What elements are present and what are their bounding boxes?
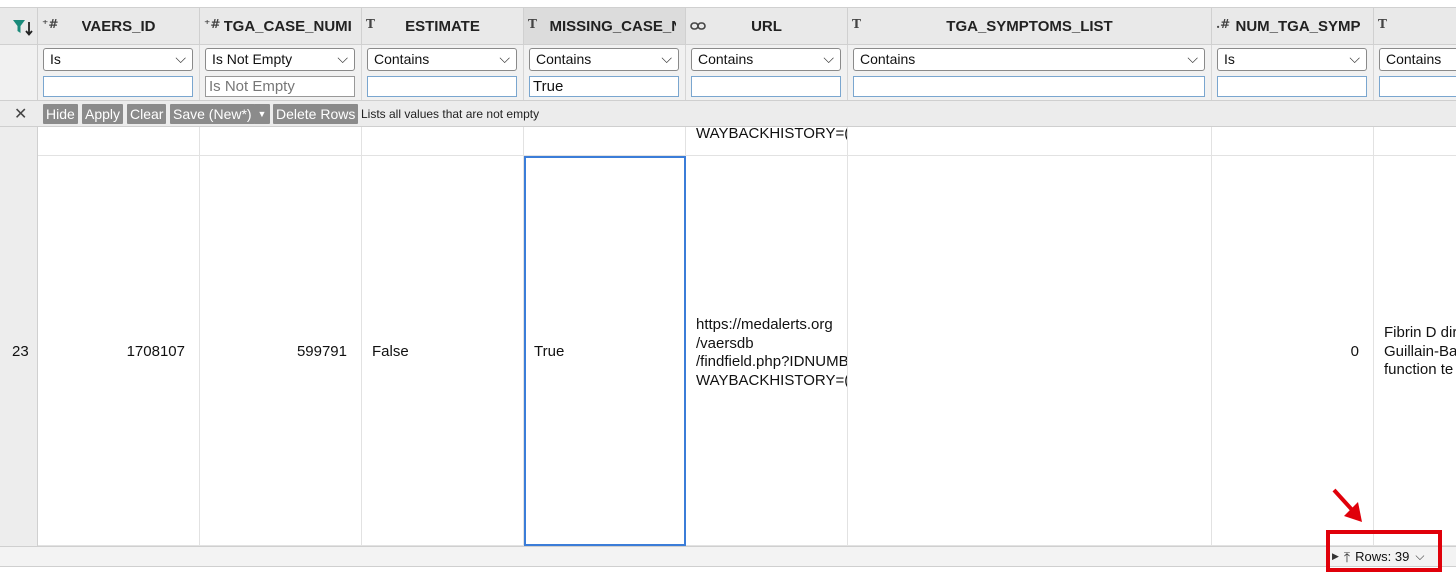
save-button[interactable]: Save (New*) xyxy=(170,104,255,124)
filter-value-cell xyxy=(1212,73,1374,100)
filter-operator-cell: Contains ⌵ xyxy=(524,45,686,73)
filter-value-input-num-tga-symp[interactable] xyxy=(1217,76,1367,97)
row-gutter: 23 xyxy=(0,156,38,546)
text-type-icon: T xyxy=(1378,17,1387,31)
filter-value-cell xyxy=(686,73,848,100)
row-index: 23 xyxy=(12,343,29,360)
table-cell-tga-symptoms-list[interactable] xyxy=(848,156,1212,546)
column-header-estimate[interactable]: T ESTIMATE xyxy=(362,7,524,45)
text-type-icon: T xyxy=(528,17,537,31)
link-icon xyxy=(690,20,706,34)
annotation-arrow-icon xyxy=(1332,488,1362,522)
filter-value-input-vaers-id[interactable] xyxy=(43,76,193,97)
filter-value-cell: True xyxy=(524,73,686,100)
chevron-down-icon: ⌵ xyxy=(1187,50,1198,66)
numeric-type-icon: .# xyxy=(1216,17,1231,31)
filter-operator-select-num-tga-symp[interactable]: Is ⌵ xyxy=(1217,48,1367,71)
filter-gutter xyxy=(0,45,38,100)
hide-button[interactable]: Hide xyxy=(43,104,78,124)
filter-operator-select-estimate[interactable]: Contains ⌵ xyxy=(367,48,517,71)
column-header-num-tga-symp[interactable]: .# NUM_TGA_SYMP xyxy=(1212,7,1374,45)
table-cell-url[interactable]: https://medalerts.org /vaersdb /findfiel… xyxy=(686,156,848,546)
chevron-down-icon: ⌵ xyxy=(337,50,348,66)
filter-operator-cell: Contains ⌵ xyxy=(848,45,1212,73)
chevron-down-icon: ⌵ xyxy=(499,50,510,66)
filter-operator-cell: Contains xyxy=(1374,45,1456,73)
filter-value-cell: Is Not Empty xyxy=(200,73,362,100)
column-header-tga-symptoms-list[interactable]: T TGA_SYMPTOMS_LIST xyxy=(848,7,1212,45)
filter-value-input-tga-case-number[interactable]: Is Not Empty xyxy=(205,76,355,97)
row-gutter xyxy=(0,127,38,156)
filter-operator-cell: Contains ⌵ xyxy=(686,45,848,73)
filter-value-cell xyxy=(848,73,1212,100)
table-cell[interactable] xyxy=(848,127,1212,156)
filter-operator-cell: Is ⌵ xyxy=(38,45,200,73)
filter-value-cell xyxy=(38,73,200,100)
filter-value-input-partial[interactable] xyxy=(1379,76,1456,97)
filter-operator-select-vaers-id[interactable]: Is ⌵ xyxy=(43,48,193,71)
table-cell[interactable] xyxy=(1374,127,1456,156)
filter-value-cell xyxy=(1374,73,1456,100)
filter-value-input-missing-case[interactable]: True xyxy=(529,76,679,97)
filter-operator-select-partial[interactable]: Contains xyxy=(1379,48,1456,71)
chevron-down-icon: ⌵ xyxy=(175,50,186,66)
grid-footer xyxy=(0,546,1456,566)
filter-value-input-url[interactable] xyxy=(691,76,841,97)
filter-operator-select-tga-case-number[interactable]: Is Not Empty ⌵ xyxy=(205,48,355,71)
delete-rows-button[interactable]: Delete Rows xyxy=(273,104,359,124)
table-cell-missing-case-selected[interactable]: True xyxy=(524,156,686,546)
data-grid: ⁺# VAERS_ID Is ⌵ ⁺# TGA_CASE_NUMI Is Not … xyxy=(0,0,1456,574)
table-cell[interactable] xyxy=(38,127,200,156)
column-header-url[interactable]: URL xyxy=(686,7,848,45)
column-header-partial[interactable]: T xyxy=(1374,7,1456,45)
table-cell[interactable] xyxy=(524,127,686,156)
footer-divider xyxy=(0,566,1456,570)
numeric-key-type-icon: ⁺# xyxy=(42,17,59,31)
clear-button[interactable]: Clear xyxy=(127,104,167,124)
table-cell-estimate[interactable]: False xyxy=(362,156,524,546)
text-type-icon: T xyxy=(852,17,861,31)
table-cell-tga-case-number[interactable]: 599791 xyxy=(200,156,362,546)
filter-value-input-tga-symptoms-list[interactable] xyxy=(853,76,1205,97)
table-cell-partial[interactable]: Fibrin D dir Guillain-Ba function te xyxy=(1374,156,1456,546)
column-header-missing-case[interactable]: T MISSING_CASE_N xyxy=(524,7,686,45)
column-header-tga-case-number[interactable]: ⁺# TGA_CASE_NUMI xyxy=(200,7,362,45)
table-cell-vaers-id[interactable]: 1708107 xyxy=(38,156,200,546)
filter-value-cell xyxy=(362,73,524,100)
filter-operator-select-missing-case[interactable]: Contains ⌵ xyxy=(529,48,679,71)
filter-operator-cell: Is ⌵ xyxy=(1212,45,1374,73)
close-icon[interactable]: ✕ xyxy=(14,104,27,124)
filter-value-input-estimate[interactable] xyxy=(367,76,517,97)
table-cell[interactable] xyxy=(1212,127,1374,156)
chevron-down-icon: ⌵ xyxy=(1349,50,1360,66)
filter-operator-select-tga-symptoms-list[interactable]: Contains ⌵ xyxy=(853,48,1205,71)
table-cell[interactable] xyxy=(200,127,362,156)
highlight-box xyxy=(1326,530,1442,572)
chevron-down-icon: ⌵ xyxy=(661,50,672,66)
save-options-dropdown[interactable]: ▼ xyxy=(254,104,270,124)
filter-toggle-icon[interactable] xyxy=(12,18,34,38)
chevron-down-icon: ⌵ xyxy=(823,50,834,66)
text-type-icon: T xyxy=(366,17,375,31)
filter-description: Lists all values that are not empty xyxy=(361,107,540,121)
filter-toolbar: ✕ Hide Apply Clear Save (New*) ▼ Delete … xyxy=(0,100,1456,127)
table-cell[interactable] xyxy=(362,127,524,156)
filter-operator-cell: Is Not Empty ⌵ xyxy=(200,45,362,73)
column-header-vaers-id[interactable]: ⁺# VAERS_ID xyxy=(38,7,200,45)
table-cell-url[interactable]: WAYBACKHISTORY=( xyxy=(686,127,848,156)
numeric-key-type-icon: ⁺# xyxy=(204,17,221,31)
filter-operator-select-url[interactable]: Contains ⌵ xyxy=(691,48,841,71)
apply-button[interactable]: Apply xyxy=(82,104,124,124)
filter-operator-cell: Contains ⌵ xyxy=(362,45,524,73)
